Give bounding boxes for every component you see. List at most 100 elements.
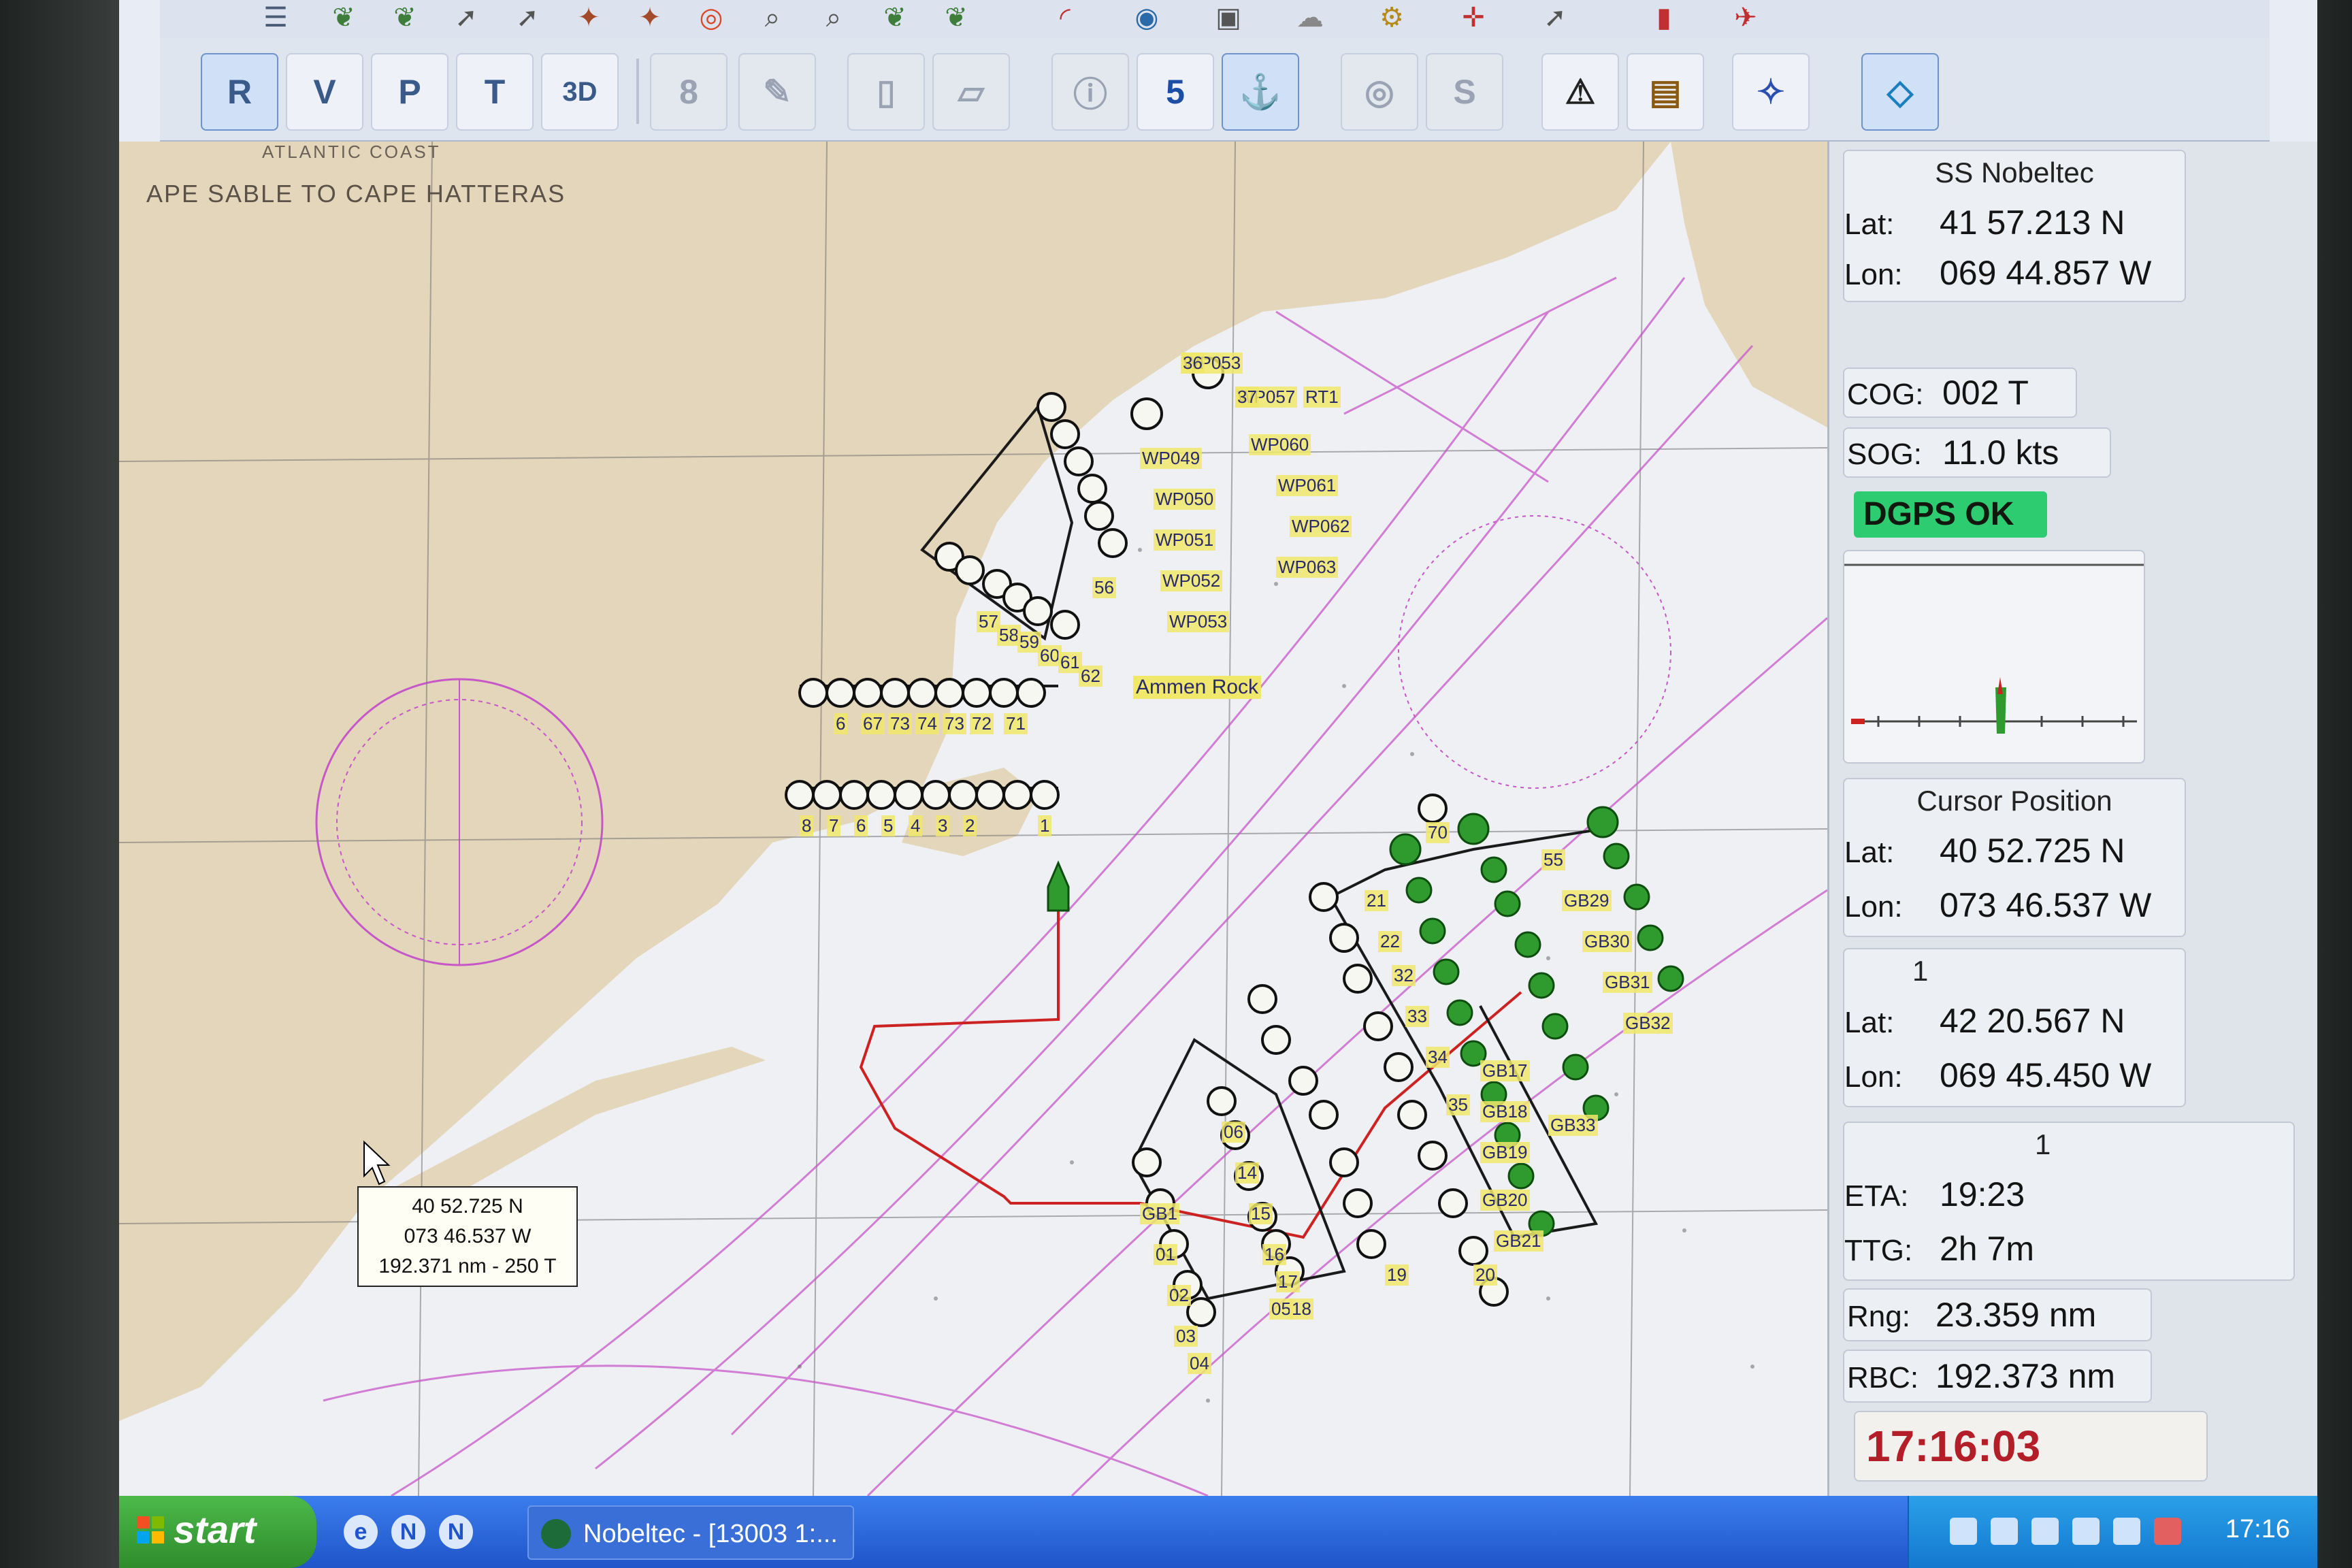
tray-security-icon[interactable] — [2154, 1518, 2181, 1545]
logbook-button[interactable]: ▤ — [1627, 53, 1704, 131]
arc-icon[interactable]: ◜ — [1045, 3, 1085, 33]
radar-button[interactable]: ◎ — [1341, 53, 1418, 131]
tray-pen-icon[interactable] — [1950, 1518, 1977, 1545]
list-icon[interactable]: ☰ — [255, 3, 296, 33]
target-icon[interactable]: ◉ — [1126, 3, 1167, 33]
crosshair-icon[interactable]: ✛ — [1453, 3, 1494, 33]
route-label: 06 — [1222, 1122, 1245, 1143]
start-label: start — [174, 1508, 257, 1551]
warning-button[interactable]: ⚠ — [1541, 53, 1619, 131]
vessel-name: SS Nobeltec — [1935, 157, 2094, 189]
cursor-position-box: Cursor Position Lat: 40 52.725 N Lon: 073 … — [1843, 778, 2186, 937]
tray-arrow-icon[interactable] — [2113, 1518, 2140, 1545]
cursor-tooltip-range-bearing: 192.371 nm - 250 T — [378, 1255, 557, 1277]
nobeltec-quicklaunch-icon[interactable]: N — [391, 1515, 425, 1549]
tray-network-icon[interactable] — [1991, 1518, 2018, 1545]
info-button[interactable]: ⓘ — [1051, 53, 1129, 131]
route-label: 16 — [1262, 1244, 1286, 1265]
sounding-button[interactable]: S — [1426, 53, 1503, 131]
pointer-icon[interactable]: ➚ — [507, 3, 548, 33]
wrench-button[interactable]: ✎ — [738, 53, 816, 131]
ie-icon[interactable]: e — [344, 1515, 378, 1549]
eta-box: 1 ETA: 19:23 TTG: 2h 7m — [1843, 1122, 2295, 1281]
vessel-lon: 069 44.857 W — [1940, 254, 2152, 292]
window-icon[interactable]: ▣ — [1208, 3, 1249, 33]
leaf-icon[interactable]: ❦ — [385, 3, 425, 33]
3d-view-button[interactable]: 3D — [541, 53, 619, 131]
route-label: 7 — [827, 815, 841, 836]
zoom-in-icon[interactable]: ⌕ — [752, 3, 793, 33]
nautical-chart[interactable]: ATLANTIC COAST APE SABLE TO CAPE HATTERA… — [119, 142, 1827, 1496]
route-label: 70 — [1426, 822, 1450, 843]
vessel-lat: 41 57.213 N — [1940, 203, 2125, 242]
taskbar-window-title: Nobeltec - [13003 1:... — [583, 1520, 838, 1548]
cloud-icon[interactable]: ☁ — [1290, 3, 1330, 33]
range-value: 23.359 nm — [1936, 1296, 2097, 1334]
info-panel: SS Nobeltec Lat: 41 57.213 N Lon: 069 44.8… — [1827, 142, 2317, 1496]
tray-help-icon[interactable] — [2031, 1518, 2059, 1545]
vessel-box: SS Nobeltec Lat: 41 57.213 N Lon: 069 44.8… — [1843, 150, 2186, 302]
leaf-icon[interactable]: ❦ — [936, 3, 977, 33]
vector-chart-button[interactable]: V — [286, 53, 363, 131]
tide-chart-button[interactable]: T — [456, 53, 534, 131]
nobeltec-quicklaunch-icon-2[interactable]: N — [439, 1515, 473, 1549]
tool-icon[interactable]: ✦ — [568, 3, 609, 33]
cursor-lat: 40 52.725 N — [1940, 832, 2125, 870]
zoom-out-icon[interactable]: ⌕ — [813, 3, 854, 33]
cursor-tooltip: 40 52.725 N 073 46.537 W 192.371 nm - 25… — [357, 1186, 578, 1287]
anchor-button[interactable]: ⚓ — [1222, 53, 1299, 131]
plane-icon[interactable]: ✈ — [1725, 3, 1766, 33]
cog-box: COG: 002 T — [1843, 368, 2077, 418]
taskbar-clock: 17:16 — [2225, 1515, 2290, 1544]
route-label: WP061 — [1276, 475, 1339, 496]
diamond-icon: ◇ — [1886, 73, 1914, 111]
diamond-button[interactable]: ◇ — [1861, 53, 1939, 131]
route-shield-button[interactable]: 5 — [1137, 53, 1214, 131]
route-label: 14 — [1235, 1162, 1259, 1183]
anchor-icon: ⚓ — [1239, 72, 1282, 111]
waypoint-box: 1 Lat: 42 20.567 N Lon: 069 45.450 W — [1843, 948, 2186, 1107]
route-label: GB32 — [1623, 1013, 1673, 1034]
route-label: GB20 — [1480, 1190, 1530, 1211]
start-button[interactable]: start — [119, 1496, 316, 1568]
cursor-icon[interactable]: ➚ — [446, 3, 487, 33]
sog-value: 11.0 kts — [1942, 434, 2059, 472]
wrench-icon: ✎ — [763, 73, 791, 111]
route-label: GB17 — [1480, 1060, 1530, 1081]
route-label: WP063 — [1276, 557, 1339, 578]
route-label: 37 — [1235, 387, 1259, 408]
ttg-value: 2h 7m — [1940, 1230, 2034, 1268]
route-label: 03 — [1174, 1326, 1198, 1347]
eta-value: 19:23 — [1940, 1175, 2025, 1213]
chart-icon[interactable]: ▮ — [1644, 3, 1684, 33]
photo-chart-button[interactable]: P — [371, 53, 448, 131]
graph-button[interactable]: ▱ — [932, 53, 1010, 131]
vessel-lat-label: Lat: — [1844, 208, 1895, 241]
leaf-icon[interactable]: ❦ — [323, 3, 364, 33]
monitor-bezel-left — [0, 0, 122, 1568]
route-label: 15 — [1249, 1203, 1273, 1224]
gear-icon[interactable]: ⚙ — [1371, 3, 1412, 33]
taskbar-nobeltec-window[interactable]: Nobeltec - [13003 1:... — [527, 1505, 854, 1560]
route-label: 35 — [1446, 1094, 1470, 1115]
layer-button[interactable]: 8 — [650, 53, 728, 131]
page-button[interactable]: ▯ — [847, 53, 925, 131]
wizard-button[interactable]: ✧ — [1732, 53, 1810, 131]
cursor-position-title: Cursor Position — [1916, 785, 2112, 817]
eta-title: 1 — [2035, 1128, 2051, 1160]
tool-icon[interactable]: ✦ — [630, 3, 670, 33]
cursor-tooltip-lon: 073 46.537 W — [404, 1225, 532, 1247]
route-label: 67 — [861, 713, 885, 734]
select-icon[interactable]: ➚ — [1535, 3, 1575, 33]
radar-icon: ◎ — [1365, 73, 1394, 111]
page-icon: ▯ — [877, 73, 896, 111]
rbc-label: RBC: — [1847, 1361, 1919, 1394]
raster-chart-button[interactable]: R — [201, 53, 278, 131]
ttg-label: TTG: — [1844, 1234, 1913, 1267]
toolbar-top-row: ☰ ❦ ❦ ➚ ➚ ✦ ✦ ◎ ⌕ ⌕ ❦ ❦ ◜ ◉ ▣ ☁ ⚙ ✛ ➚ ▮ … — [160, 0, 2270, 39]
leaf-icon[interactable]: ❦ — [875, 3, 915, 33]
route-label: 33 — [1405, 1006, 1429, 1027]
tray-display-icon[interactable] — [2072, 1518, 2100, 1545]
vessel-lon-label: Lon: — [1844, 258, 1903, 291]
lifebuoy-icon[interactable]: ◎ — [691, 3, 732, 33]
